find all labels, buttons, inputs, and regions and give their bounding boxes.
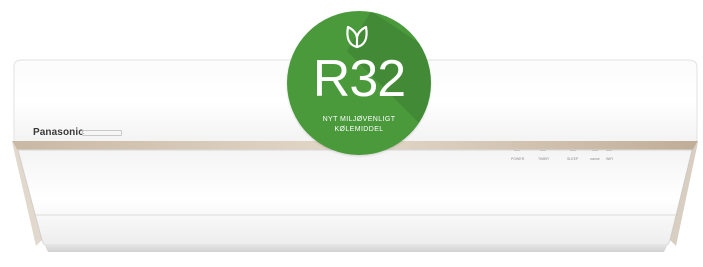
indicator-light [540,150,546,151]
product-photo: Panasonic POWER TIMER SLEEP nanoe WIFI R… [0,0,703,267]
r32-badge: R32 NYT MILJØVENLIGT KØLEMIDDEL [287,11,431,155]
brand-logo: Panasonic [33,127,84,138]
leaf-icon [346,25,368,49]
badge-caption-line1: NYT MILJØVENLIGT [322,116,396,123]
badge-caption-line2: KØLEMIDDEL [334,126,384,133]
indicator-label: SLEEP [567,157,579,161]
series-label-box [82,130,122,136]
indicator-light [606,150,612,151]
indicator-label: TIMER [538,157,549,161]
indicator-label: nanoe [590,157,600,161]
indicator-light [570,150,576,151]
indicator-light [592,150,598,151]
refrigerant-label: R32 [312,50,406,108]
indicator-label: POWER [511,157,525,161]
indicator-light [514,150,520,151]
indicator-label: WIFI [606,157,614,161]
